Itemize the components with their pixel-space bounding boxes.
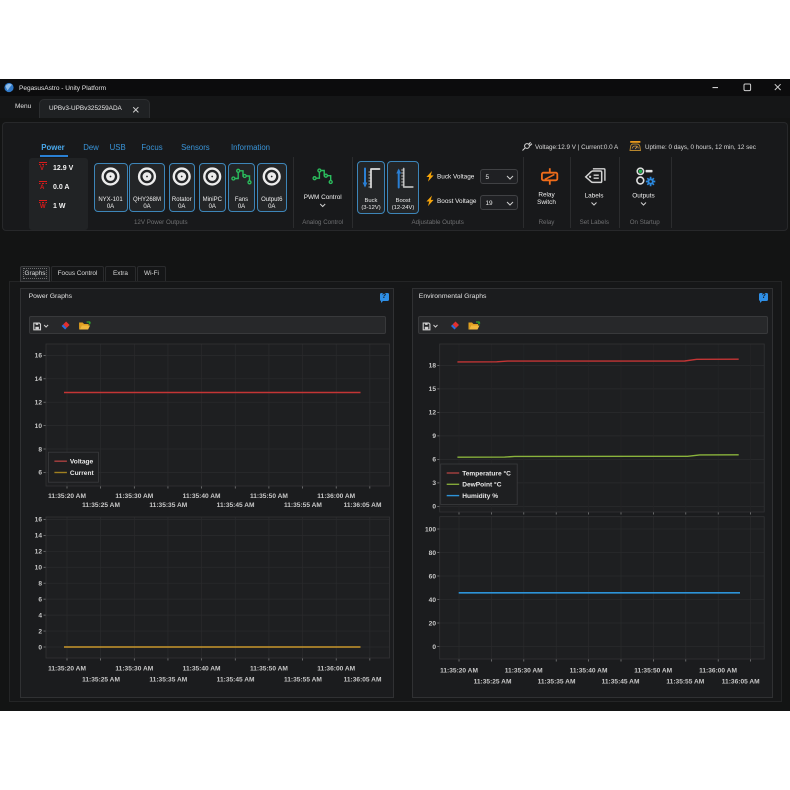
svg-text:11:35:45 AM: 11:35:45 AM xyxy=(217,502,255,509)
svg-text:11:36:00 AM: 11:36:00 AM xyxy=(317,665,355,672)
svg-text:11:35:55 AM: 11:35:55 AM xyxy=(284,676,322,683)
svg-text:11:35:30 AM: 11:35:30 AM xyxy=(505,667,543,674)
svg-text:11:35:50 AM: 11:35:50 AM xyxy=(635,667,673,674)
svg-text:11:35:20 AM: 11:35:20 AM xyxy=(48,493,86,500)
svg-text:12: 12 xyxy=(35,549,43,556)
svg-text:Labels: Labels xyxy=(585,193,604,200)
svg-text:2: 2 xyxy=(38,628,42,635)
svg-text:11:35:20 AM: 11:35:20 AM xyxy=(48,665,86,672)
svg-text:80: 80 xyxy=(429,550,437,557)
svg-text:11:35:50 AM: 11:35:50 AM xyxy=(250,493,288,500)
svg-text:11:35:25 AM: 11:35:25 AM xyxy=(474,678,512,685)
svg-text:6: 6 xyxy=(433,457,437,464)
svg-text:DewPoint °C: DewPoint °C xyxy=(462,481,502,489)
svg-text:11:35:45 AM: 11:35:45 AM xyxy=(217,676,255,683)
svg-text:6: 6 xyxy=(38,596,42,603)
svg-text:8: 8 xyxy=(38,446,42,453)
svg-text:20: 20 xyxy=(429,620,437,627)
svg-text:100: 100 xyxy=(425,526,436,533)
svg-text:11:35:45 AM: 11:35:45 AM xyxy=(602,678,640,685)
svg-text:11:35:30 AM: 11:35:30 AM xyxy=(115,665,153,672)
svg-text:12: 12 xyxy=(429,410,437,417)
svg-text:3: 3 xyxy=(433,480,437,487)
svg-text:0: 0 xyxy=(433,504,437,511)
svg-text:11:35:30 AM: 11:35:30 AM xyxy=(115,493,153,500)
svg-text:Buck Voltage: Buck Voltage xyxy=(437,174,475,181)
svg-text:11:35:40 AM: 11:35:40 AM xyxy=(183,493,221,500)
svg-text:11:35:40 AM: 11:35:40 AM xyxy=(570,667,608,674)
svg-text:60: 60 xyxy=(429,573,437,580)
svg-text:14: 14 xyxy=(35,376,43,383)
svg-text:Current: Current xyxy=(70,470,95,477)
svg-text:16: 16 xyxy=(35,517,43,524)
svg-text:11:35:55 AM: 11:35:55 AM xyxy=(667,678,705,685)
svg-text:11:35:35 AM: 11:35:35 AM xyxy=(538,678,576,685)
svg-text:11:36:05 AM: 11:36:05 AM xyxy=(344,502,382,509)
svg-text:10: 10 xyxy=(35,565,43,572)
svg-text:PegasusAstro - Unity Platform: PegasusAstro - Unity Platform xyxy=(19,85,106,92)
svg-text:Humidity %: Humidity % xyxy=(462,493,498,500)
svg-text:11:35:25 AM: 11:35:25 AM xyxy=(82,502,120,509)
svg-text:11:35:50 AM: 11:35:50 AM xyxy=(250,665,288,672)
svg-text:18: 18 xyxy=(429,363,437,370)
svg-text:0: 0 xyxy=(38,644,42,651)
svg-text:11:36:05 AM: 11:36:05 AM xyxy=(722,678,760,685)
svg-text:11:36:05 AM: 11:36:05 AM xyxy=(344,676,382,683)
svg-text:11:36:00 AM: 11:36:00 AM xyxy=(317,493,355,500)
svg-text:PWM Control: PWM Control xyxy=(304,194,342,201)
svg-text:Boost Voltage: Boost Voltage xyxy=(437,198,477,205)
svg-text:14: 14 xyxy=(35,533,43,540)
svg-text:11:35:25 AM: 11:35:25 AM xyxy=(82,676,120,683)
svg-text:11:35:35 AM: 11:35:35 AM xyxy=(149,502,187,509)
svg-text:15: 15 xyxy=(429,386,437,393)
svg-text:11:35:55 AM: 11:35:55 AM xyxy=(284,502,322,509)
svg-text:8: 8 xyxy=(38,581,42,588)
svg-text:12: 12 xyxy=(35,400,43,407)
svg-text:11:35:35 AM: 11:35:35 AM xyxy=(149,676,187,683)
svg-text:11:35:40 AM: 11:35:40 AM xyxy=(183,665,221,672)
svg-text:6: 6 xyxy=(38,470,42,477)
svg-text:40: 40 xyxy=(429,597,437,604)
svg-text:9: 9 xyxy=(433,433,437,440)
svg-text:4: 4 xyxy=(38,612,42,619)
svg-text:0: 0 xyxy=(433,644,437,651)
svg-text:Relay: Relay xyxy=(538,192,555,199)
svg-text:Outputs: Outputs xyxy=(632,193,654,200)
svg-text:Temperature °C: Temperature °C xyxy=(462,469,511,477)
svg-text:Voltage: Voltage xyxy=(70,459,94,466)
svg-text:11:36:00 AM: 11:36:00 AM xyxy=(699,667,737,674)
svg-text:10: 10 xyxy=(35,423,43,430)
svg-text:16: 16 xyxy=(35,353,43,360)
svg-text:Switch: Switch xyxy=(537,199,556,206)
svg-text:11:35:20 AM: 11:35:20 AM xyxy=(440,667,478,674)
